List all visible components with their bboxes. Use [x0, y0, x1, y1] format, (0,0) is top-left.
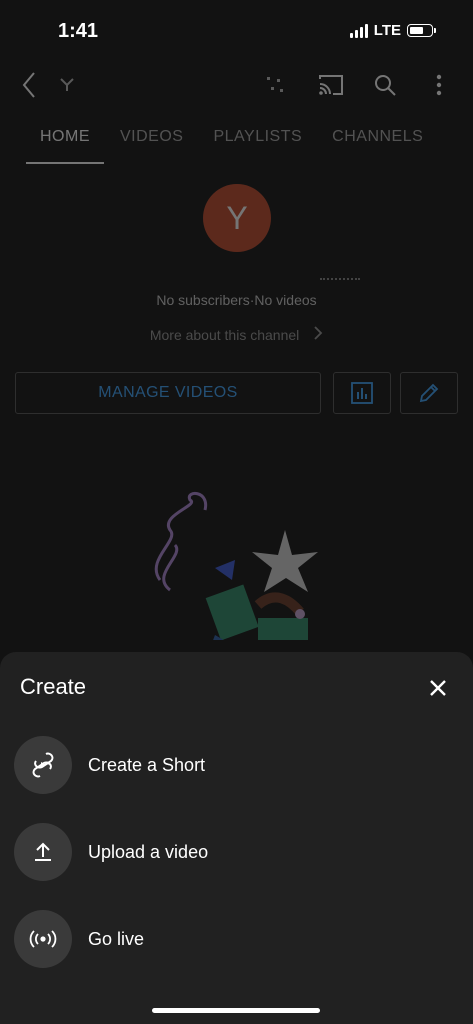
search-button[interactable] [370, 70, 400, 100]
upload-icon [14, 823, 72, 881]
cast-loading-icon [260, 70, 290, 100]
analytics-button[interactable] [333, 372, 391, 414]
status-time: 1:41 [58, 20, 99, 42]
close-button[interactable] [423, 674, 453, 702]
go-live-label: Go live [88, 928, 145, 949]
status-indicators: LTE [349, 22, 436, 39]
upload-video-label: Upload a video [88, 841, 209, 862]
network-type: LTE [373, 22, 401, 39]
manage-videos-button[interactable]: MANAGE VIDEOS [15, 372, 321, 414]
channel-logo-icon [52, 70, 82, 100]
channel-avatar[interactable]: Y [203, 184, 271, 252]
tab-playlists[interactable]: PLAYLISTS [213, 124, 302, 164]
more-options-button[interactable] [424, 70, 454, 100]
shorts-icon [14, 736, 72, 794]
video-count: No videos [254, 292, 317, 308]
back-button[interactable] [14, 70, 44, 100]
analytics-icon [351, 382, 373, 404]
search-icon [375, 75, 396, 96]
tab-home[interactable]: HOME [26, 124, 104, 164]
sheet-title: Create [20, 674, 87, 699]
cast-icon [319, 75, 343, 95]
create-short-label: Create a Short [88, 754, 206, 775]
home-indicator[interactable] [152, 1008, 320, 1013]
chevron-left-icon [22, 72, 35, 98]
upload-video-option[interactable]: Upload a video [14, 822, 454, 882]
more-about-channel-link[interactable]: More about this channel [0, 326, 473, 343]
pencil-icon [419, 383, 439, 403]
channel-tabs: HOME VIDEOS PLAYLISTS CHANNELS [26, 124, 473, 164]
chevron-right-icon [313, 326, 323, 343]
empty-channel-illustration [154, 491, 318, 640]
cellular-signal-icon [349, 23, 368, 38]
close-icon [430, 680, 446, 696]
go-live-option[interactable]: Go live [14, 909, 454, 969]
create-bottom-sheet: Create Create a Short Upload a video Go … [0, 652, 473, 1024]
live-broadcast-icon [14, 910, 72, 968]
more-vert-icon [436, 74, 442, 96]
more-about-label: More about this channel [149, 327, 300, 343]
battery-icon [407, 24, 436, 37]
cast-button[interactable] [316, 70, 346, 100]
tab-videos[interactable]: VIDEOS [120, 124, 183, 164]
tab-channels[interactable]: CHANNELS [332, 124, 423, 164]
status-bar: 1:41 LTE [0, 0, 473, 60]
channel-name-placeholder [320, 278, 360, 282]
create-short-option[interactable]: Create a Short [14, 735, 454, 795]
channel-stats: No subscribers·No videos [0, 292, 473, 308]
edit-channel-button[interactable] [400, 372, 458, 414]
app-top-bar [0, 60, 473, 110]
subscriber-count: No subscribers [156, 292, 250, 308]
